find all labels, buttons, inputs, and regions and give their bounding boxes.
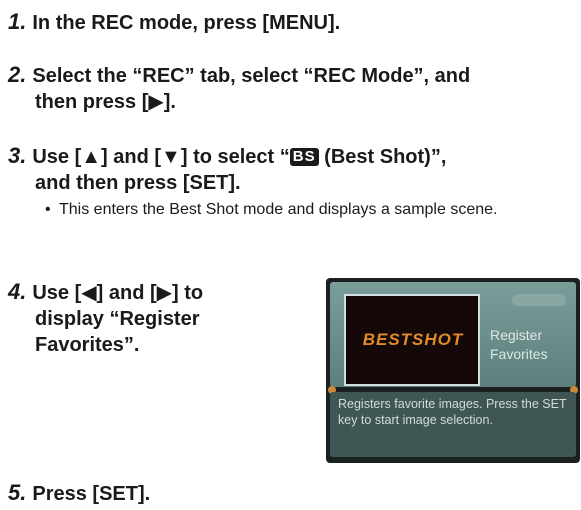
- bullet-text: This enters the Best Shot mode and displ…: [59, 201, 498, 218]
- lcd-top-panel: BESTSHOT Register Favorites: [330, 282, 576, 387]
- step-text: Select the “REC” tab, select “REC Mode”,…: [32, 65, 471, 87]
- scene-label-line: Register: [490, 327, 543, 343]
- bestshot-logo: BESTSHOT: [362, 330, 464, 349]
- step-2: 2. Select the “REC” tab, select “REC Mode…: [8, 62, 470, 115]
- scene-label-line: Favorites: [490, 346, 548, 362]
- step-text: In the REC mode, press [MENU].: [32, 12, 341, 34]
- scene-label: Register Favorites: [490, 326, 576, 364]
- step-text: Use [▲] and [▼] to select “: [32, 146, 290, 168]
- bullet-note: • This enters the Best Shot mode and dis…: [45, 200, 545, 220]
- step-text-tail: (Best Shot)”,: [318, 146, 447, 168]
- step-1: 1. In the REC mode, press [MENU].: [8, 9, 340, 36]
- scene-preview-frame: BESTSHOT: [344, 294, 480, 386]
- step-text: Use [◀] and [▶] to: [32, 282, 204, 304]
- step-text: Press [SET].: [32, 483, 151, 505]
- step-number: 2.: [8, 62, 27, 87]
- step-text-continued: Favorites”.: [35, 334, 140, 356]
- scene-description: Registers favorite images. Press the SET…: [338, 397, 567, 427]
- step-3: 3. Use [▲] and [▼] to select “BS (Best Sh…: [8, 143, 446, 196]
- best-shot-icon: BS: [289, 148, 319, 166]
- step-text-continued: and then press [SET].: [35, 172, 241, 194]
- bullet-icon: •: [45, 201, 51, 218]
- step-number: 5.: [8, 480, 27, 505]
- step-4: 4. Use [◀] and [▶] to display “Register F…: [8, 279, 203, 358]
- lcd-indicator: [512, 294, 566, 306]
- step-number: 3.: [8, 143, 27, 168]
- step-number: 4.: [8, 279, 27, 304]
- step-number: 1.: [8, 9, 27, 34]
- step-5: 5. Press [SET].: [8, 480, 150, 507]
- lcd-description-panel: Registers favorite images. Press the SET…: [330, 392, 576, 457]
- camera-lcd-screen: BESTSHOT Register Favorites Registers fa…: [326, 278, 580, 463]
- step-text-continued: display “Register: [35, 308, 200, 330]
- step-text-continued: then press [▶].: [35, 91, 176, 113]
